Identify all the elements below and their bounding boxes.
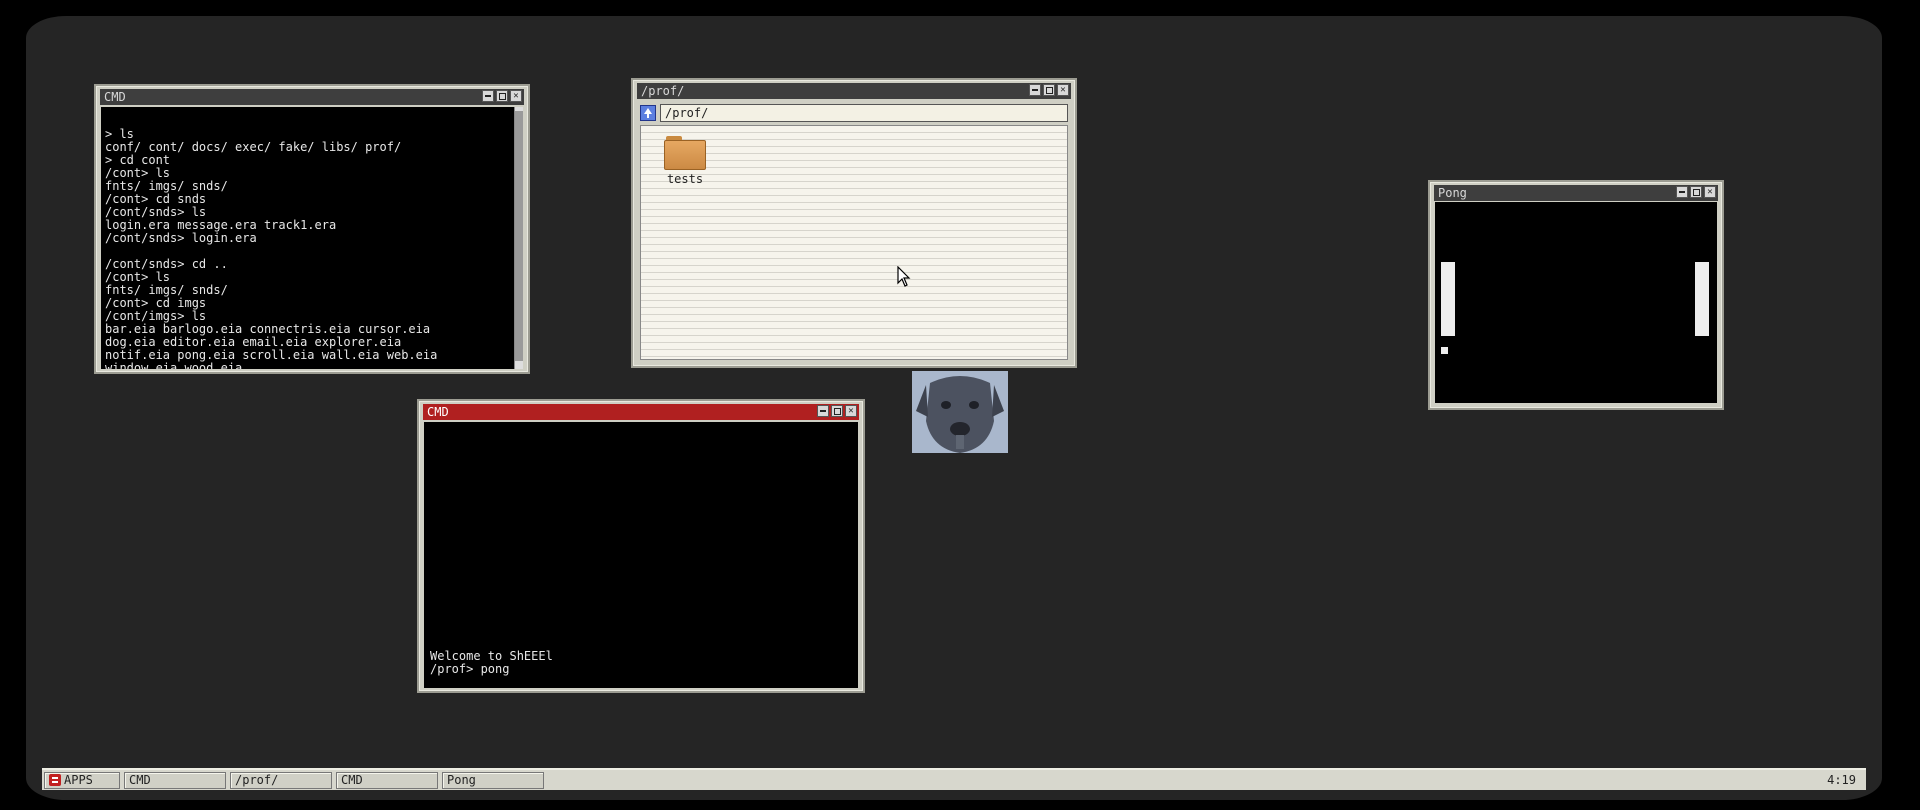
minimize-button[interactable]	[1676, 186, 1688, 198]
taskbar: APPS CMD /prof/ CMD Pong 4:19	[42, 768, 1866, 790]
minimize-button[interactable]	[1029, 84, 1041, 96]
minimize-button[interactable]	[482, 90, 494, 102]
dog-icon	[912, 371, 1008, 453]
taskbar-item-label: CMD	[341, 773, 363, 787]
folder-icon	[664, 134, 706, 170]
window-title: /prof/	[641, 84, 685, 98]
window-title: CMD	[104, 90, 126, 104]
close-button[interactable]	[510, 90, 522, 102]
taskbar-item-cmd-2[interactable]: CMD	[336, 772, 438, 789]
explorer-window[interactable]: /prof/ /prof/ tests	[631, 78, 1077, 368]
taskbar-item-label: Pong	[447, 773, 476, 787]
terminal-output[interactable]: Welcome to ShEEEl/prof> pong	[424, 422, 858, 688]
scrollbar-thumb[interactable]	[515, 111, 523, 361]
maximize-button[interactable]	[496, 90, 508, 102]
pong-window[interactable]: Pong	[1428, 180, 1724, 410]
cmd-window-2[interactable]: CMD Welcome to ShEEEl/prof> pong	[417, 399, 865, 693]
apps-logo-icon	[49, 774, 61, 786]
terminal-line: /prof> pong	[430, 662, 510, 676]
taskbar-item-prof[interactable]: /prof/	[230, 772, 332, 789]
left-paddle	[1441, 262, 1455, 336]
address-bar: /prof/	[640, 104, 1068, 122]
terminal-line: window.eia wood.eia	[105, 361, 243, 370]
pong-game-area[interactable]	[1435, 202, 1717, 403]
folder-item[interactable]: tests	[657, 134, 713, 186]
file-list-area[interactable]: tests	[640, 125, 1068, 360]
apps-button[interactable]: APPS	[44, 772, 120, 789]
explorer-window-titlebar[interactable]: /prof/	[637, 83, 1071, 99]
taskbar-item-cmd[interactable]: CMD	[124, 772, 226, 789]
dog-image[interactable]	[912, 371, 1008, 453]
maximize-button[interactable]	[1043, 84, 1055, 96]
terminal-output[interactable]: > ls conf/ cont/ docs/ exec/ fake/ libs/ …	[101, 107, 515, 369]
cmd-window-1-titlebar[interactable]: CMD	[100, 89, 524, 105]
apps-label: APPS	[64, 773, 93, 787]
maximize-button[interactable]	[831, 405, 843, 417]
cmd-window-2-titlebar[interactable]: CMD	[423, 404, 859, 420]
folder-label: tests	[666, 172, 704, 186]
terminal-scrollbar[interactable]	[514, 107, 523, 369]
pong-ball	[1441, 347, 1448, 354]
window-title: CMD	[427, 405, 449, 419]
desktop[interactable]: CMD > lsconf/ cont/ docs/ exec/ fake/ li…	[26, 16, 1882, 800]
clock: 4:19	[1827, 773, 1856, 787]
pong-window-titlebar[interactable]: Pong	[1434, 185, 1718, 201]
address-input[interactable]: /prof/	[660, 104, 1068, 122]
taskbar-item-label: CMD	[129, 773, 151, 787]
taskbar-item-label: /prof/	[235, 773, 279, 787]
close-button[interactable]	[1704, 186, 1716, 198]
mouse-cursor-icon	[897, 266, 911, 287]
terminal-line: /cont/snds> login.era	[105, 231, 257, 245]
right-paddle	[1695, 262, 1709, 336]
taskbar-item-pong[interactable]: Pong	[442, 772, 544, 789]
window-title: Pong	[1438, 186, 1467, 200]
cmd-window-1[interactable]: CMD > lsconf/ cont/ docs/ exec/ fake/ li…	[94, 84, 530, 374]
minimize-button[interactable]	[817, 405, 829, 417]
maximize-button[interactable]	[1690, 186, 1702, 198]
close-button[interactable]	[1057, 84, 1069, 96]
close-button[interactable]	[845, 405, 857, 417]
up-arrow-icon[interactable]	[640, 105, 656, 121]
